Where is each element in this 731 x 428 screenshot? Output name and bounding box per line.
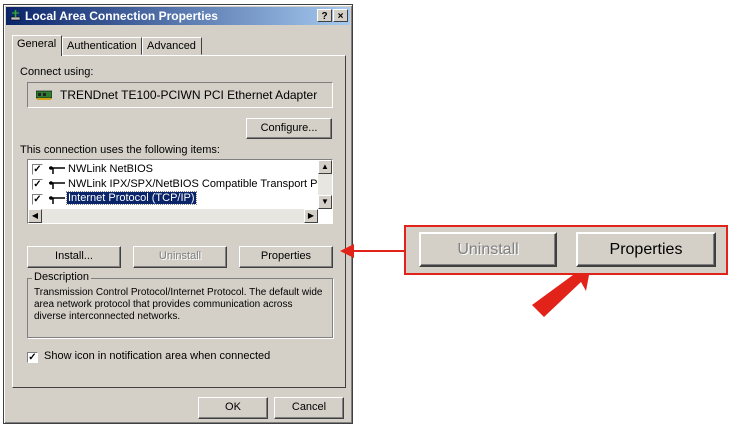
- scroll-down-icon[interactable]: ▼: [318, 195, 332, 209]
- item-label: NWLink IPX/SPX/NetBIOS Compatible Transp…: [68, 178, 318, 190]
- window-title: Local Area Connection Properties: [25, 9, 218, 23]
- connect-using-label: Connect using:: [20, 66, 94, 78]
- ok-button[interactable]: OK: [198, 397, 268, 419]
- items-list[interactable]: ✓ NWLink NetBIOS ✓ NWLink IPX/SPX/NetBIO…: [27, 159, 333, 224]
- vertical-scrollbar[interactable]: ▲ ▼: [318, 160, 332, 209]
- zoom-callout: Uninstall Properties: [404, 225, 728, 275]
- list-item[interactable]: ✓ Internet Protocol (TCP/IP): [28, 191, 318, 206]
- properties-dialog: Local Area Connection Properties ? × Gen…: [3, 4, 353, 424]
- zoom-uninstall-button: Uninstall: [419, 232, 557, 267]
- protocol-icon: [49, 181, 65, 189]
- zoom-uninstall-label: Uninstall: [457, 241, 519, 258]
- install-button[interactable]: Install...: [27, 246, 121, 268]
- item-checkbox[interactable]: ✓: [32, 179, 43, 190]
- list-item[interactable]: ✓ NWLink IPX/SPX/NetBIOS Compatible Tran…: [28, 178, 318, 191]
- list-item[interactable]: ✓ NWLink NetBIOS: [28, 163, 318, 176]
- scroll-right-icon[interactable]: ▶: [304, 209, 318, 223]
- scroll-up-icon[interactable]: ▲: [318, 160, 332, 174]
- uninstall-button[interactable]: Uninstall: [133, 246, 227, 268]
- tab-general-label: General: [17, 38, 57, 50]
- zoom-properties-button: Properties: [576, 232, 716, 267]
- configure-button[interactable]: Configure...: [246, 118, 332, 139]
- cancel-label: Cancel: [291, 401, 327, 413]
- horizontal-scrollbar[interactable]: ◀ ▶: [28, 209, 318, 223]
- adapter-name: TRENDnet TE100-PCIWN PCI Ethernet Adapte…: [60, 88, 318, 102]
- properties-button[interactable]: Properties: [239, 246, 333, 268]
- description-text: Transmission Control Protocol/Internet P…: [34, 287, 323, 322]
- zoom-properties-label: Properties: [609, 241, 683, 258]
- protocol-icon: [49, 196, 65, 204]
- tab-advanced[interactable]: Advanced: [142, 37, 202, 55]
- general-panel: Connect using: TRENDnet TE100-PCIWN PCI …: [12, 55, 346, 388]
- item-label-selected: Internet Protocol (TCP/IP): [66, 191, 197, 205]
- show-icon-label: Show icon in notification area when conn…: [44, 350, 271, 362]
- cancel-button[interactable]: Cancel: [274, 397, 344, 419]
- tab-general[interactable]: General: [12, 35, 62, 56]
- item-label: NWLink NetBIOS: [68, 163, 153, 175]
- close-button[interactable]: ×: [333, 9, 348, 22]
- configure-label: Configure...: [260, 122, 318, 134]
- ok-label: OK: [225, 401, 241, 413]
- help-button[interactable]: ?: [317, 9, 332, 22]
- network-connection-icon: [10, 10, 21, 21]
- title-bar[interactable]: Local Area Connection Properties ? ×: [6, 7, 350, 25]
- network-adapter-icon: [36, 90, 52, 100]
- install-label: Install...: [55, 250, 93, 262]
- scroll-left-icon[interactable]: ◀: [28, 209, 42, 223]
- protocol-icon: [49, 166, 65, 174]
- items-label: This connection uses the following items…: [20, 144, 220, 156]
- tab-authentication[interactable]: Authentication: [62, 37, 142, 55]
- tab-authentication-label: Authentication: [67, 40, 137, 52]
- description-group: Description Transmission Control Protoco…: [27, 271, 333, 338]
- description-title: Description: [32, 271, 92, 283]
- item-checkbox[interactable]: ✓: [32, 164, 43, 175]
- show-icon-checkbox[interactable]: ✓: [27, 352, 38, 363]
- uninstall-label: Uninstall: [158, 250, 202, 262]
- tab-advanced-label: Advanced: [147, 40, 196, 52]
- properties-label: Properties: [260, 250, 312, 262]
- item-checkbox[interactable]: ✓: [32, 194, 43, 205]
- adapter-box: TRENDnet TE100-PCIWN PCI Ethernet Adapte…: [27, 82, 333, 108]
